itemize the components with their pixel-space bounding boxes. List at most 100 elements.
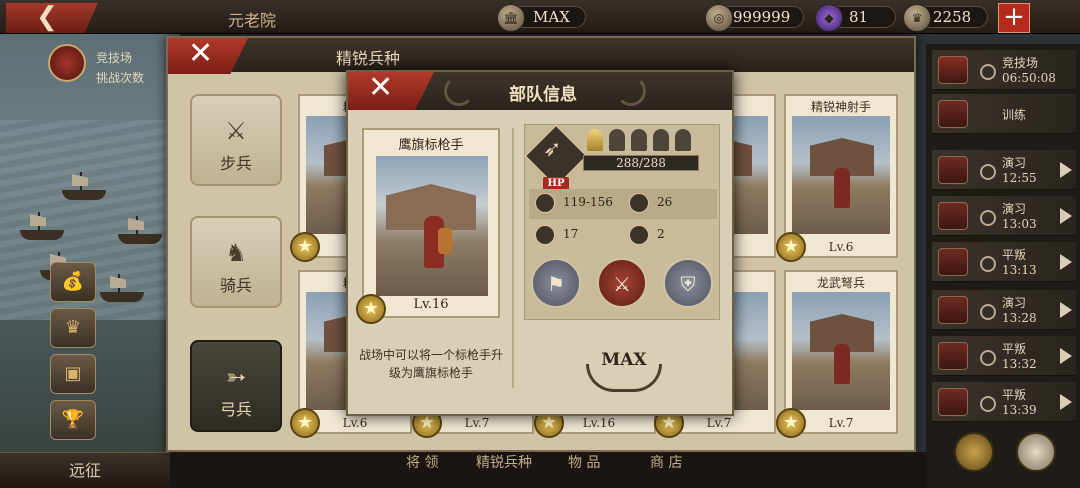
play-icon[interactable] (1060, 302, 1072, 318)
unit-portrait-card: 鹰旗标枪手 Lv.16 ★ (356, 128, 500, 324)
category-label: 步兵 (219, 154, 252, 173)
general-portrait-icon (938, 342, 968, 370)
event-item[interactable]: 平叛 13:32 (932, 336, 1076, 376)
general-portrait-icon (938, 296, 968, 324)
event-name: 平叛 (1002, 342, 1027, 356)
rank-helmet-icon (609, 129, 625, 151)
category-label: 骑兵 (219, 276, 252, 295)
event-time: 06:50:08 (1002, 71, 1056, 85)
play-icon[interactable] (1060, 348, 1072, 364)
rank-helmet-icon (675, 129, 691, 151)
gem-icon: ◆ (815, 4, 843, 32)
event-item[interactable]: 平叛 13:13 (932, 242, 1076, 282)
stat-row: 17 2 (529, 221, 717, 251)
unit-description: 战场中可以将一个标枪手升级为鹰旗标枪手 (358, 348, 503, 380)
armor-icon (629, 193, 649, 213)
crown-button[interactable]: ♛ (50, 308, 96, 348)
play-icon[interactable] (1060, 394, 1072, 410)
event-time: 12:55 (1002, 171, 1037, 185)
tab-shop[interactable]: 商 店 (650, 452, 682, 474)
category-cavalry[interactable]: ♞ 骑兵 (190, 216, 282, 308)
attack-icon (535, 193, 555, 213)
rank-helmet-icon (631, 129, 647, 151)
category-infantry[interactable]: ⚔ 步兵 (190, 94, 282, 186)
arena-attempts-label: 挑战次数 (96, 71, 145, 85)
event-name: 平叛 (1002, 388, 1027, 402)
laurels-pill[interactable]: ♛ 2258 (903, 4, 988, 32)
add-resource-button[interactable]: + (998, 3, 1030, 33)
coins-pill[interactable]: ◎ 999999 (705, 4, 804, 32)
event-time: 13:32 (1002, 357, 1037, 371)
building-level-value: MAX (533, 8, 570, 26)
event-name: 竞技场 (1002, 56, 1039, 70)
general-portrait-icon (938, 156, 968, 184)
tab-items[interactable]: 物 品 (568, 452, 600, 474)
expedition-tab[interactable]: 远征 (0, 452, 170, 488)
vision-value: 2 (657, 227, 665, 241)
arena-badge-icon[interactable] (48, 44, 86, 82)
play-icon[interactable] (1060, 254, 1072, 270)
event-item[interactable]: 训练 (932, 94, 1076, 134)
star-icon: ★ (290, 232, 320, 262)
elite-dialog-header: 精锐兵种 (168, 38, 914, 72)
coins-value: 999999 (733, 8, 791, 26)
event-list-panel: 竞技场 06:50:08 训练 演习 12:55 演习 13:03 平叛 13:… (926, 44, 1080, 488)
tab-elite-units[interactable]: 精锐兵种 (476, 452, 532, 474)
skill-charge-icon[interactable]: ⚔ (597, 258, 647, 308)
play-icon[interactable] (1060, 208, 1072, 224)
event-item[interactable]: 演习 13:28 (932, 290, 1076, 330)
skill-formation-icon[interactable]: ⚑ (531, 258, 581, 308)
event-time: 13:39 (1002, 403, 1037, 417)
clock-icon (980, 164, 996, 180)
tab-generals[interactable]: 将 领 (406, 452, 438, 474)
event-time: 13:03 (1002, 217, 1037, 231)
category-archer[interactable]: ➳ 弓兵 (190, 340, 282, 432)
ship-icon (118, 216, 162, 244)
laurel-icon: ♛ (903, 4, 931, 32)
boot-speed-icon (535, 225, 555, 245)
coin-icon: ◎ (705, 4, 733, 32)
scroll-button[interactable] (1016, 432, 1056, 472)
clock-icon (980, 396, 996, 412)
infantry-icon: ⚔ (225, 117, 247, 145)
play-icon[interactable] (1060, 162, 1072, 178)
unit-card[interactable]: 精锐神射手 Lv.6 ★ (776, 94, 898, 262)
hp-bar: 288/288 (583, 155, 699, 171)
unit-card-image (792, 292, 890, 410)
unit-card-name: 精锐神射手 (810, 100, 871, 114)
laurels-value: 2258 (933, 8, 972, 26)
event-name: 演习 (1002, 202, 1027, 216)
rank-helmet-icon (653, 129, 669, 151)
rank-helmet-icon (587, 129, 603, 151)
event-item[interactable]: 平叛 13:39 (932, 382, 1076, 422)
back-button[interactable]: ❮ (6, 3, 98, 33)
event-item[interactable]: 竞技场 06:50:08 (932, 50, 1076, 90)
book-button[interactable] (954, 432, 994, 472)
general-portrait-icon (938, 388, 968, 416)
ship-icon (62, 172, 106, 200)
star-icon: ★ (776, 232, 806, 262)
bow-icon: ➶ (543, 137, 562, 162)
event-item[interactable]: 演习 12:55 (932, 150, 1076, 190)
treasure-bag-button[interactable]: 💰 (50, 262, 96, 302)
event-time: 13:13 (1002, 263, 1037, 277)
arena-info: 竞技场 挑战次数 (96, 48, 144, 88)
clock-icon (980, 304, 996, 320)
speed-value: 17 (563, 227, 579, 241)
trophy-button[interactable]: 🏆 (50, 400, 96, 440)
unit-stats-panel: ➶ HP 288/288 119-156 26 17 2 ⚑ ⚔ ⛨ (523, 123, 720, 320)
archer-icon: ➳ (225, 363, 247, 391)
chest-button[interactable]: ▣ (50, 354, 96, 394)
category-label: 弓兵 (219, 400, 252, 419)
ship-icon (20, 212, 64, 240)
event-item[interactable]: 演习 13:03 (932, 196, 1076, 236)
temple-icon: 🏛 (497, 4, 525, 32)
laurel-right-icon (616, 76, 646, 106)
unit-card[interactable]: 龙武弩兵 Lv.7 ★ (776, 270, 898, 438)
event-name: 平叛 (1002, 248, 1027, 262)
skill-shield-icon[interactable]: ⛨ (663, 258, 713, 308)
divider (512, 128, 514, 388)
clock-icon (980, 64, 996, 80)
event-time: 13:28 (1002, 311, 1037, 325)
gems-pill[interactable]: ◆ 81 (815, 4, 896, 32)
